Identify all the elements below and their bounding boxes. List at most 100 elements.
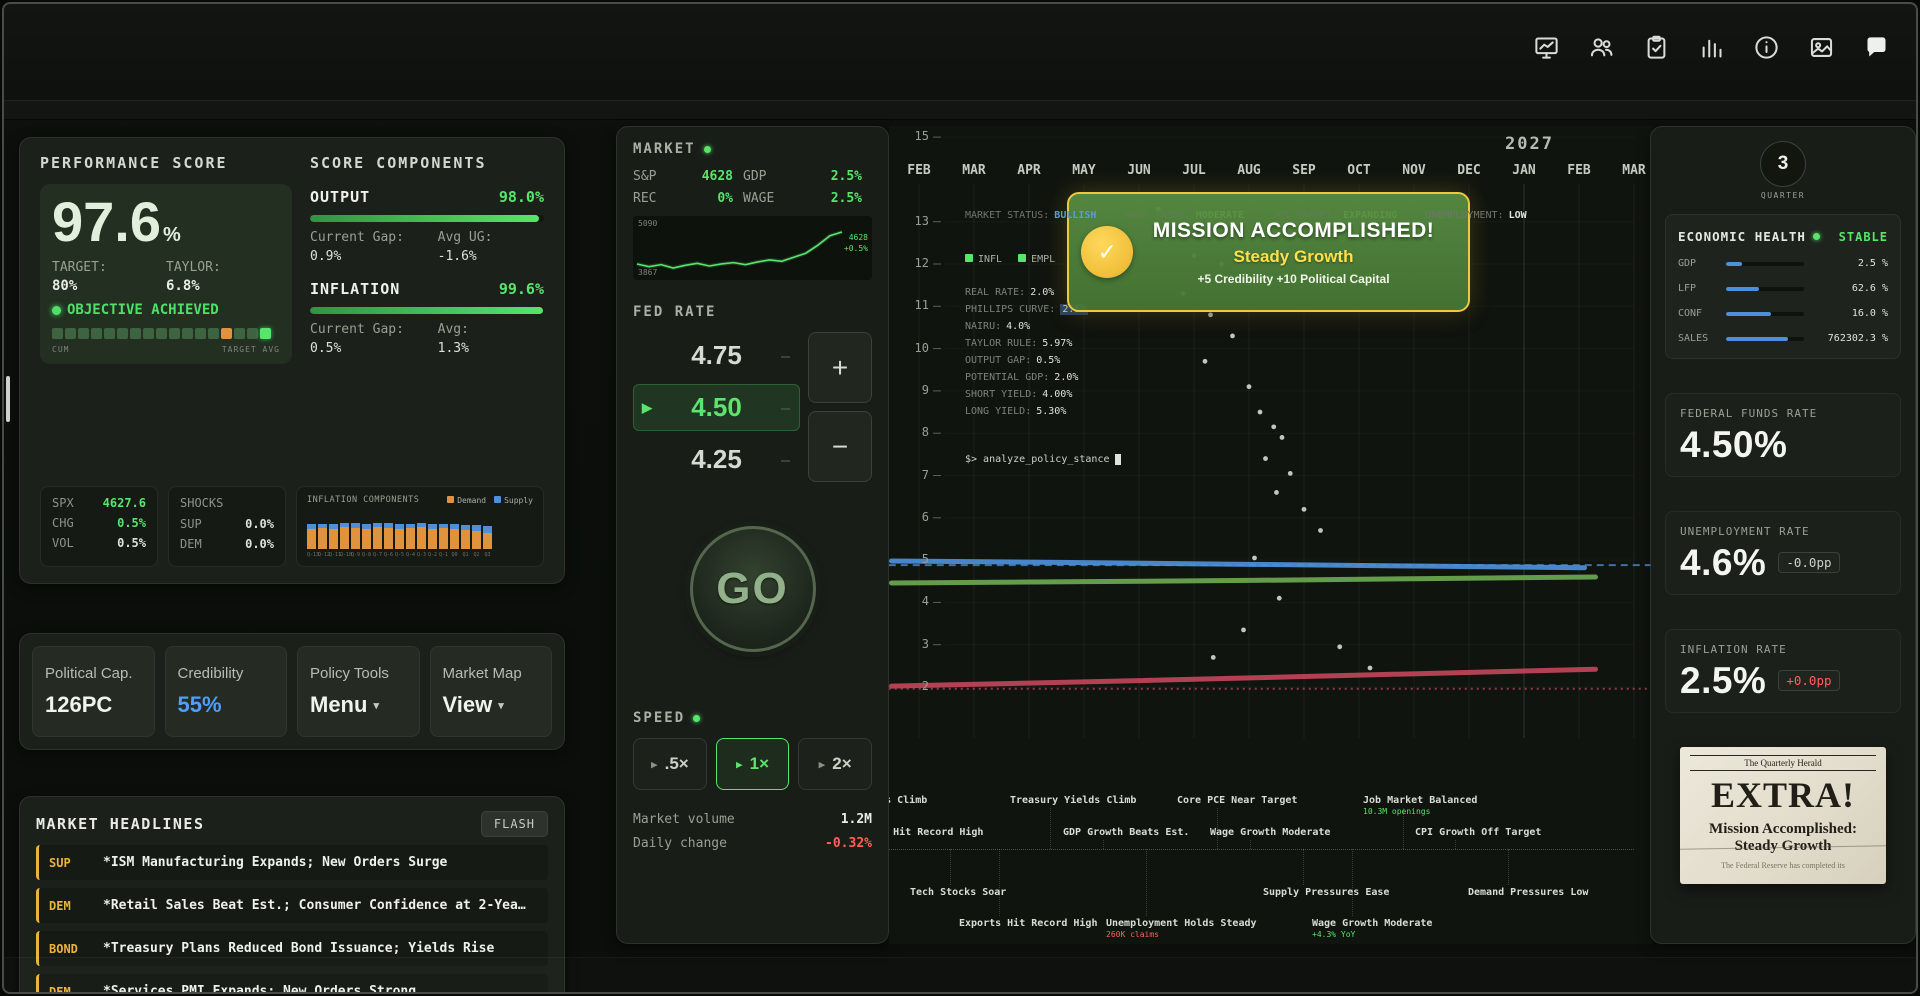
axis-tick-label: Q-13 <box>307 552 316 558</box>
event-label: Unemployment Holds Steady260K claims <box>1106 918 1257 939</box>
progress-square <box>182 328 193 339</box>
event-connector <box>1103 840 1104 849</box>
month-label: MAY <box>1059 163 1109 178</box>
quarter-badge: 3 <box>1760 141 1806 187</box>
market-stats-box: SPX4627.6CHG0.5%VOL0.5% <box>40 486 158 567</box>
fed-rate-option-4.75[interactable]: 4.75– <box>633 332 800 379</box>
inflation-components-legend: DemandSupply <box>447 496 533 505</box>
month-label: JAN <box>1499 163 1549 178</box>
speed-option-1×[interactable]: ▶1× <box>716 738 790 790</box>
speed-option-.5×[interactable]: ▶.5× <box>633 738 707 790</box>
health-metric-conf: CONF16.0 % <box>1678 308 1888 319</box>
headline-row[interactable]: BOND*Treasury Plans Reduced Bond Issuanc… <box>36 931 548 966</box>
newspaper-banner: EXTRA! <box>1690 777 1876 813</box>
progress-square <box>91 328 102 339</box>
unemployment-rate-card: UNEMPLOYMENT RATE4.6%-0.0pp <box>1665 511 1901 595</box>
rate-card-label: FEDERAL FUNDS RATE <box>1680 407 1886 420</box>
terminal-prompt[interactable]: $> analyze_policy_stance <box>965 454 1121 465</box>
market-stat-row: VOL0.5% <box>52 536 146 550</box>
market-status-item: WAGE TREND:MODERATE <box>1124 210 1243 221</box>
economic-health-header: ECONOMIC HEALTH STABLE <box>1678 229 1888 244</box>
legend-label: Demand <box>457 496 486 505</box>
advisors-icon[interactable] <box>1588 34 1615 65</box>
y-axis-label: 5 <box>897 552 929 566</box>
health-metric-gdp: GDP2.5 % <box>1678 258 1888 269</box>
progress-square <box>78 328 89 339</box>
event-text: CPI Growth Off Target <box>1415 827 1541 838</box>
ticker-value: 4628 <box>677 169 743 184</box>
stat-label: SUP <box>180 517 202 531</box>
month-label: MAR <box>949 163 999 178</box>
speed-option-2×[interactable]: ▶2× <box>798 738 872 790</box>
chart-legend-item: EMPL <box>1018 254 1055 265</box>
game-screen: PERFORMANCE SCORE 97.6% TARGET: TAYLOR: … <box>2 2 1918 994</box>
axis-tick-label: Q-10 <box>340 552 349 558</box>
legend-label: EMPL <box>1031 254 1055 265</box>
progress-square <box>117 328 128 339</box>
event-text: GDP Growth Beats Est. <box>1063 827 1189 838</box>
headline-row[interactable]: SUP*ISM Manufacturing Expands; New Order… <box>36 845 548 880</box>
headline-row[interactable]: DEM*Retail Sales Beat Est.; Consumer Con… <box>36 888 548 923</box>
policy-tools-menu[interactable]: Policy ToolsMenu▾ <box>297 646 420 737</box>
volume-row: Market volume 1.2M <box>633 812 872 827</box>
y-axis-label: 3 <box>897 637 929 651</box>
headline-row[interactable]: DEM*Services PMI Expands; New Orders Str… <box>36 974 548 994</box>
inflation-component-bar <box>406 524 415 549</box>
inflation-component-bar <box>461 525 470 549</box>
checklist-icon[interactable] <box>1643 34 1670 65</box>
event-connector <box>1050 808 1051 849</box>
ticker-value: 0% <box>677 191 743 206</box>
progress-square <box>130 328 141 339</box>
flash-button[interactable]: FLASH <box>481 811 548 837</box>
fed-rate-option-4.50[interactable]: ▶4.50– <box>633 384 800 431</box>
indicator-value: 4.00% <box>1042 389 1072 400</box>
gallery-icon[interactable] <box>1808 34 1835 65</box>
raise-rate-button[interactable]: + <box>808 332 872 403</box>
event-label: Demand Pressures Low <box>1468 887 1588 898</box>
info-icon[interactable] <box>1753 34 1780 65</box>
demand-segment <box>351 528 360 549</box>
event-text: Exports Hit Record High <box>959 918 1097 929</box>
sub-label: Current Gap: <box>310 230 438 245</box>
card-value-text: Menu <box>310 692 367 718</box>
event-text: Job Market Balanced <box>1363 795 1477 806</box>
presentation-chart-icon[interactable] <box>1533 34 1560 65</box>
demand-segment <box>362 529 371 549</box>
bar-chart-icon[interactable] <box>1698 34 1725 65</box>
rate-tick: – <box>781 347 790 365</box>
y-axis-label: 12 <box>897 256 929 270</box>
shocks-title: SHOCKS <box>180 496 274 510</box>
status-value: MODERATE <box>1196 210 1244 221</box>
card-value-text: 126PC <box>45 692 112 718</box>
event-text: Treasury Yields Climb <box>1010 795 1136 806</box>
market-map-view[interactable]: Market MapView▾ <box>430 646 553 737</box>
month-label: FEB <box>894 163 944 178</box>
go-button[interactable]: GO <box>690 526 816 652</box>
inflation-component-bar <box>395 524 404 549</box>
event-label: Supply Pressures Ease <box>1263 887 1389 898</box>
headline-text: *Retail Sales Beat Est.; Consumer Confid… <box>103 898 526 913</box>
market-status-row: MARKET STATUS:BULLISHWAGE TREND:MODERATE… <box>965 210 1527 221</box>
indicator-label: POTENTIAL GDP: <box>965 372 1049 383</box>
event-connector <box>999 849 1000 916</box>
newspaper[interactable]: The Quarterly Herald EXTRA! Mission Acco… <box>1680 747 1886 884</box>
sub-value: 0.5% <box>310 341 438 356</box>
target-taylor-grid: TARGET: TAYLOR: 80% 6.8% <box>52 260 280 294</box>
demand-segment <box>406 528 415 549</box>
federal-funds-rate-card: FEDERAL FUNDS RATE4.50% <box>1665 393 1901 477</box>
sub-label: Avg: <box>438 322 544 337</box>
axis-tick-label: Q-11 <box>329 552 338 558</box>
lower-rate-button[interactable]: − <box>808 411 872 482</box>
mission-subtitle: Steady Growth <box>1127 247 1460 267</box>
rate-card-delta: +0.0pp <box>1778 670 1839 691</box>
taylor-label: TAYLOR: <box>166 260 280 275</box>
chat-icon[interactable] <box>1863 34 1890 65</box>
y-axis-label: 7 <box>897 468 929 482</box>
fed-rate-option-4.25[interactable]: 4.25– <box>633 436 800 483</box>
legend-item: Demand <box>447 496 486 505</box>
event-label: Stocks Hit Record High <box>889 827 983 838</box>
axis-tick-label: Q0 <box>450 552 459 558</box>
series-inflation <box>892 669 1596 686</box>
y-axis-label: 6 <box>897 510 929 524</box>
event-label: Wage Growth Moderate <box>1210 827 1330 838</box>
